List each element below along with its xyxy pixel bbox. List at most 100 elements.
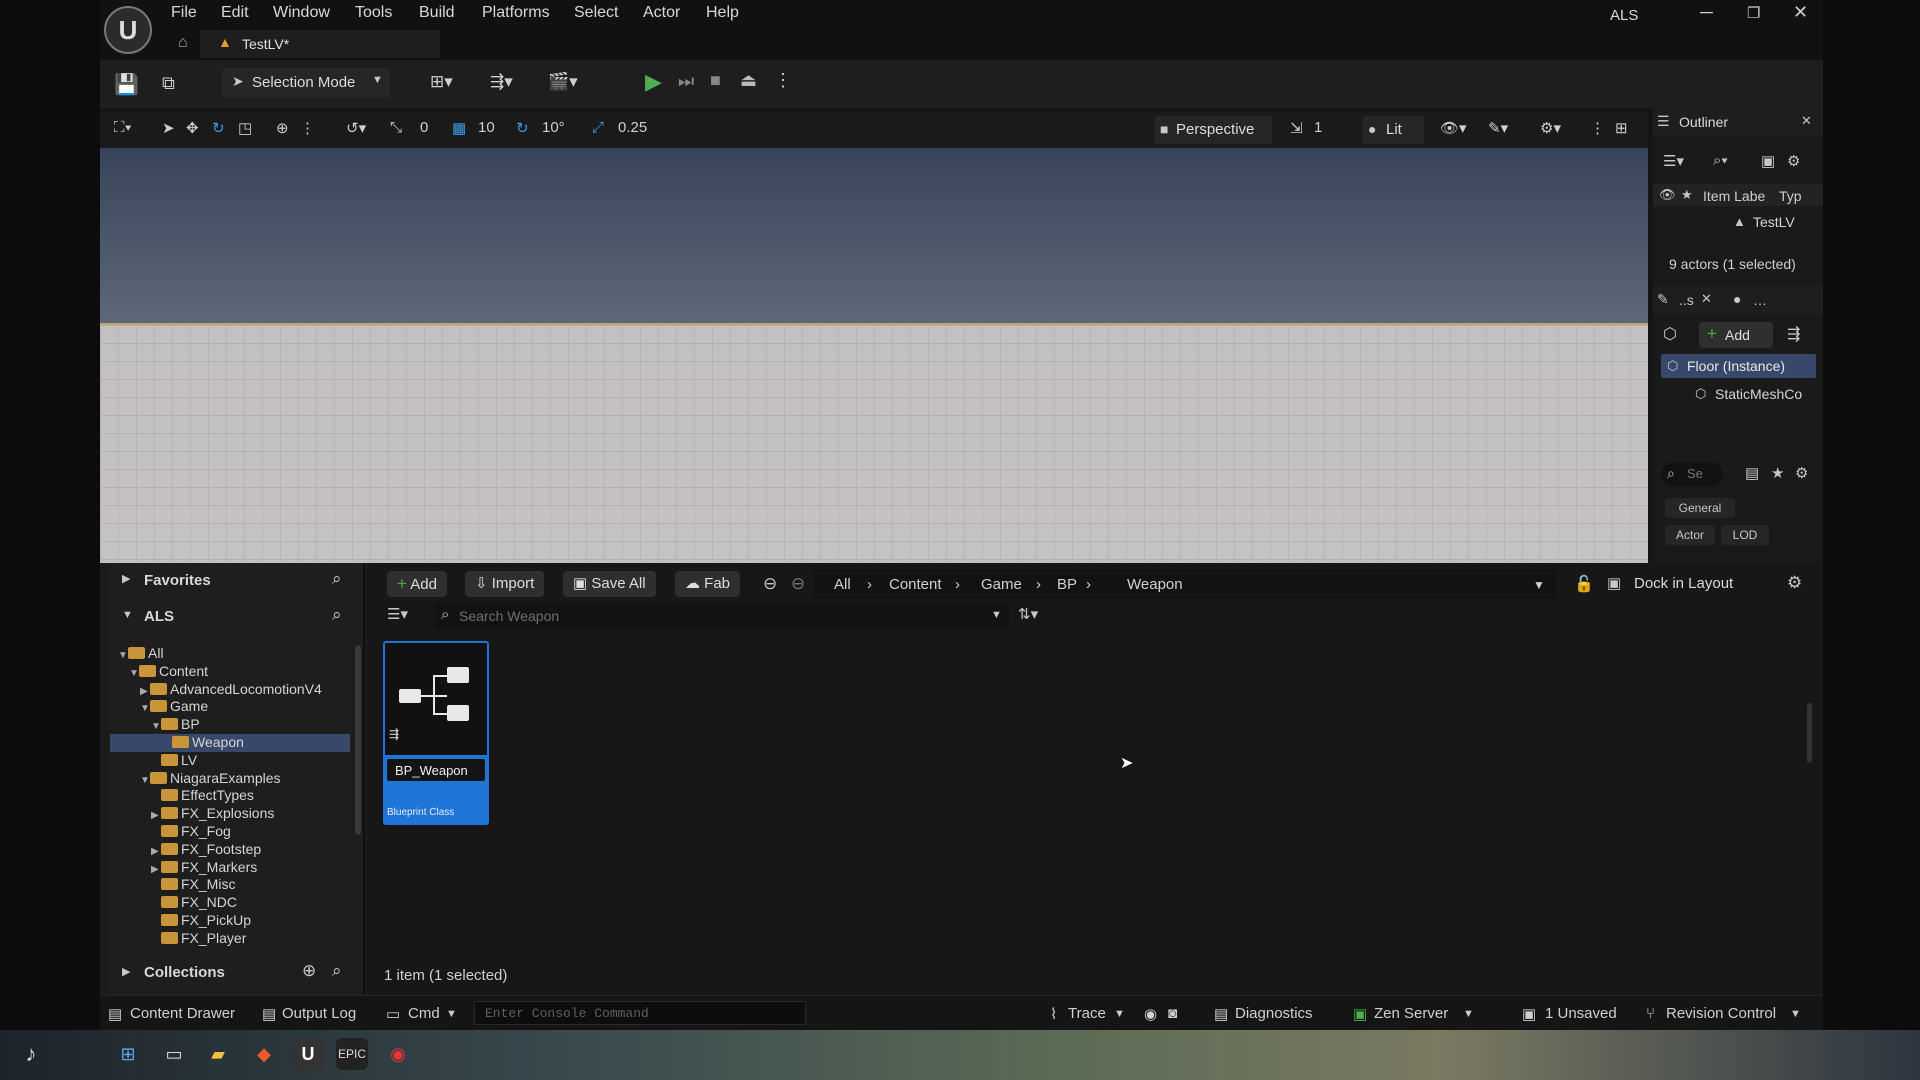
stop-icon[interactable]: ■ — [710, 70, 721, 91]
tree-item-fx_pickup[interactable]: FX_PickUp — [110, 912, 350, 930]
cmd-dropdown[interactable]: Cmd — [408, 1005, 440, 1022]
chevron-right-icon[interactable]: ▶ — [151, 810, 161, 821]
scale-snap-icon[interactable]: ⤢ — [592, 119, 604, 136]
zen-server-button[interactable]: Zen Server — [1374, 1005, 1448, 1022]
history-forward-icon[interactable]: ⊖ — [791, 574, 805, 594]
category-general[interactable]: General — [1665, 498, 1735, 518]
screenshot-icon[interactable]: ◙ — [1168, 1005, 1177, 1022]
grid-snap-icon[interactable]: ▦ — [452, 119, 466, 137]
perspective-dropdown[interactable]: ■ Perspective — [1154, 116, 1272, 144]
camera-speed-value[interactable]: 1 — [1314, 119, 1322, 136]
step-icon[interactable]: ⏭ — [678, 71, 694, 92]
add-actor-icon[interactable]: ⊞▾ — [430, 72, 453, 92]
revision-control-button[interactable]: Revision Control — [1666, 1005, 1776, 1022]
record-icon[interactable]: ◉ — [1144, 1005, 1157, 1023]
search-input[interactable]: ⌕ Search Weapon ▼ — [435, 603, 1009, 629]
menu-file[interactable]: File — [171, 4, 197, 22]
translate-icon[interactable]: ✥ — [186, 119, 199, 137]
unsaved-button[interactable]: 1 Unsaved — [1545, 1005, 1617, 1022]
chevron-right-icon[interactable]: ▶ — [151, 864, 161, 875]
breadcrumb-content[interactable]: Content — [889, 576, 942, 593]
world-settings-icon[interactable]: ● — [1733, 291, 1741, 307]
diagnostics-button[interactable]: Diagnostics — [1235, 1005, 1313, 1022]
col-item-label[interactable]: Item Labe — [1703, 188, 1765, 204]
play-icon[interactable]: ▶ — [645, 69, 662, 95]
favorites-search-icon[interactable]: ⌕ — [332, 569, 342, 589]
surface-snap-icon[interactable]: ↺▾ — [346, 119, 366, 137]
tree-item-all[interactable]: ▼ All — [110, 645, 350, 663]
rotate-snap-icon[interactable]: ⤡ — [390, 119, 402, 136]
tree-item-game[interactable]: ▼ Game — [110, 698, 350, 716]
tree-item-niagaraexamples[interactable]: ▼ NiagaraExamples — [110, 770, 350, 788]
menu-edit[interactable]: Edit — [221, 4, 249, 22]
menu-window[interactable]: Window — [273, 4, 330, 22]
close-icon[interactable]: ✕ — [1793, 2, 1808, 23]
realtime-icon[interactable]: ✎▾ — [1488, 119, 1508, 137]
blueprint-component-icon[interactable]: ⬡ — [1663, 324, 1677, 344]
collections-section[interactable]: ▶ Collections ⊕ ⌕ — [110, 955, 363, 989]
lit-dropdown[interactable]: ● Lit — [1362, 116, 1424, 144]
angle-snap-value[interactable]: 10° — [542, 119, 565, 136]
col-type[interactable]: Typ — [1779, 188, 1802, 204]
chevron-right-icon[interactable]: ▶ — [140, 686, 150, 697]
details-tab-label[interactable]: ..s — [1679, 292, 1694, 308]
favorites-section[interactable]: ▶ Favorites ⌕ — [110, 563, 363, 597]
maximize-icon[interactable]: ❐ — [1747, 4, 1760, 22]
tree-item-fx_ndc[interactable]: FX_NDC — [110, 894, 350, 912]
minimize-icon[interactable]: ─ — [1700, 2, 1713, 23]
tree-item-fx_markers[interactable]: ▶ FX_Markers — [110, 859, 350, 877]
breadcrumb-all[interactable]: All — [834, 576, 851, 593]
camera-speed-icon[interactable]: ⇲ — [1290, 119, 1303, 137]
show-icon[interactable]: 👁▾ — [1440, 119, 1467, 137]
select-mode-icon[interactable]: ⛶▾ — [114, 119, 132, 136]
rotate-snap-value[interactable]: 0 — [420, 119, 428, 136]
settings-icon[interactable]: ⚙▾ — [1540, 119, 1561, 137]
add-collection-icon[interactable]: ⊕ — [302, 961, 316, 981]
menu-help[interactable]: Help — [706, 4, 739, 22]
collections-search-icon[interactable]: ⌕ — [332, 961, 342, 981]
home-icon[interactable]: ⌂ — [178, 34, 188, 52]
asset-tile[interactable]: ⇶ BP_Weapon Blueprint Class — [383, 641, 489, 825]
save-all-button[interactable]: ▣ Save All — [563, 571, 656, 597]
chevron-down-icon[interactable]: ▼ — [129, 668, 139, 679]
vp-menu-icon[interactable]: ⋮ — [1590, 119, 1605, 137]
cmd-chevron-down-icon[interactable]: ▼ — [446, 1008, 457, 1020]
tree-scrollbar[interactable] — [355, 645, 361, 835]
new-folder-icon[interactable]: ▣ — [1761, 152, 1775, 170]
cb-settings-icon[interactable]: ⚙ — [1787, 573, 1802, 593]
save-icon[interactable]: 💾 — [114, 72, 139, 97]
floor-mesh[interactable] — [100, 323, 1648, 563]
brave-browser-icon[interactable]: ◆ — [248, 1038, 280, 1070]
world-settings-tab[interactable]: … — [1753, 292, 1767, 308]
blueprint-icon[interactable]: ⇶▾ — [490, 72, 513, 92]
outliner-search-icon[interactable]: ⌕▾ — [1713, 152, 1728, 169]
history-back-icon[interactable]: ⊖ — [763, 574, 777, 594]
details-search[interactable]: ⌕ Se — [1661, 462, 1723, 486]
tree-item-lv[interactable]: LV — [110, 752, 350, 770]
world-icon[interactable]: ⊕ — [276, 119, 289, 137]
trace-dropdown[interactable]: Trace — [1068, 1005, 1106, 1022]
chevron-down-icon[interactable]: ▼ — [140, 703, 150, 714]
menu-tools[interactable]: Tools — [355, 4, 392, 22]
grid-snap-value[interactable]: 10 — [478, 119, 495, 136]
filter-dropdown-icon[interactable]: ☰▾ — [387, 605, 408, 623]
category-lod[interactable]: LOD — [1721, 525, 1769, 545]
chevron-right-icon[interactable]: ▶ — [151, 846, 161, 857]
console-input[interactable]: Enter Console Command — [474, 1001, 806, 1025]
add-button[interactable]: + Add — [387, 571, 447, 597]
details-add-button[interactable]: + Add — [1699, 322, 1773, 348]
level-viewport[interactable] — [100, 148, 1648, 563]
chevron-down-icon[interactable]: ▼ — [151, 721, 161, 732]
category-actor[interactable]: Actor — [1665, 525, 1715, 545]
menu-select[interactable]: Select — [574, 4, 618, 22]
menu-build[interactable]: Build — [419, 4, 455, 22]
filter-icon[interactable]: ☰▾ — [1663, 152, 1684, 170]
chevron-down-icon[interactable]: ▼ — [118, 650, 128, 661]
browse-icon[interactable]: ⧉ — [162, 73, 175, 94]
more-options-icon[interactable]: ⋮ — [774, 70, 792, 91]
tree-item-fx_footstep[interactable]: ▶ FX_Footstep — [110, 841, 350, 859]
dock-in-layout-button[interactable]: Dock in Layout — [1634, 575, 1733, 592]
tree-item-fx_player[interactable]: FX_Player — [110, 930, 350, 948]
menu-actor[interactable]: Actor — [643, 4, 680, 22]
output-log-button[interactable]: Output Log — [282, 1005, 356, 1022]
